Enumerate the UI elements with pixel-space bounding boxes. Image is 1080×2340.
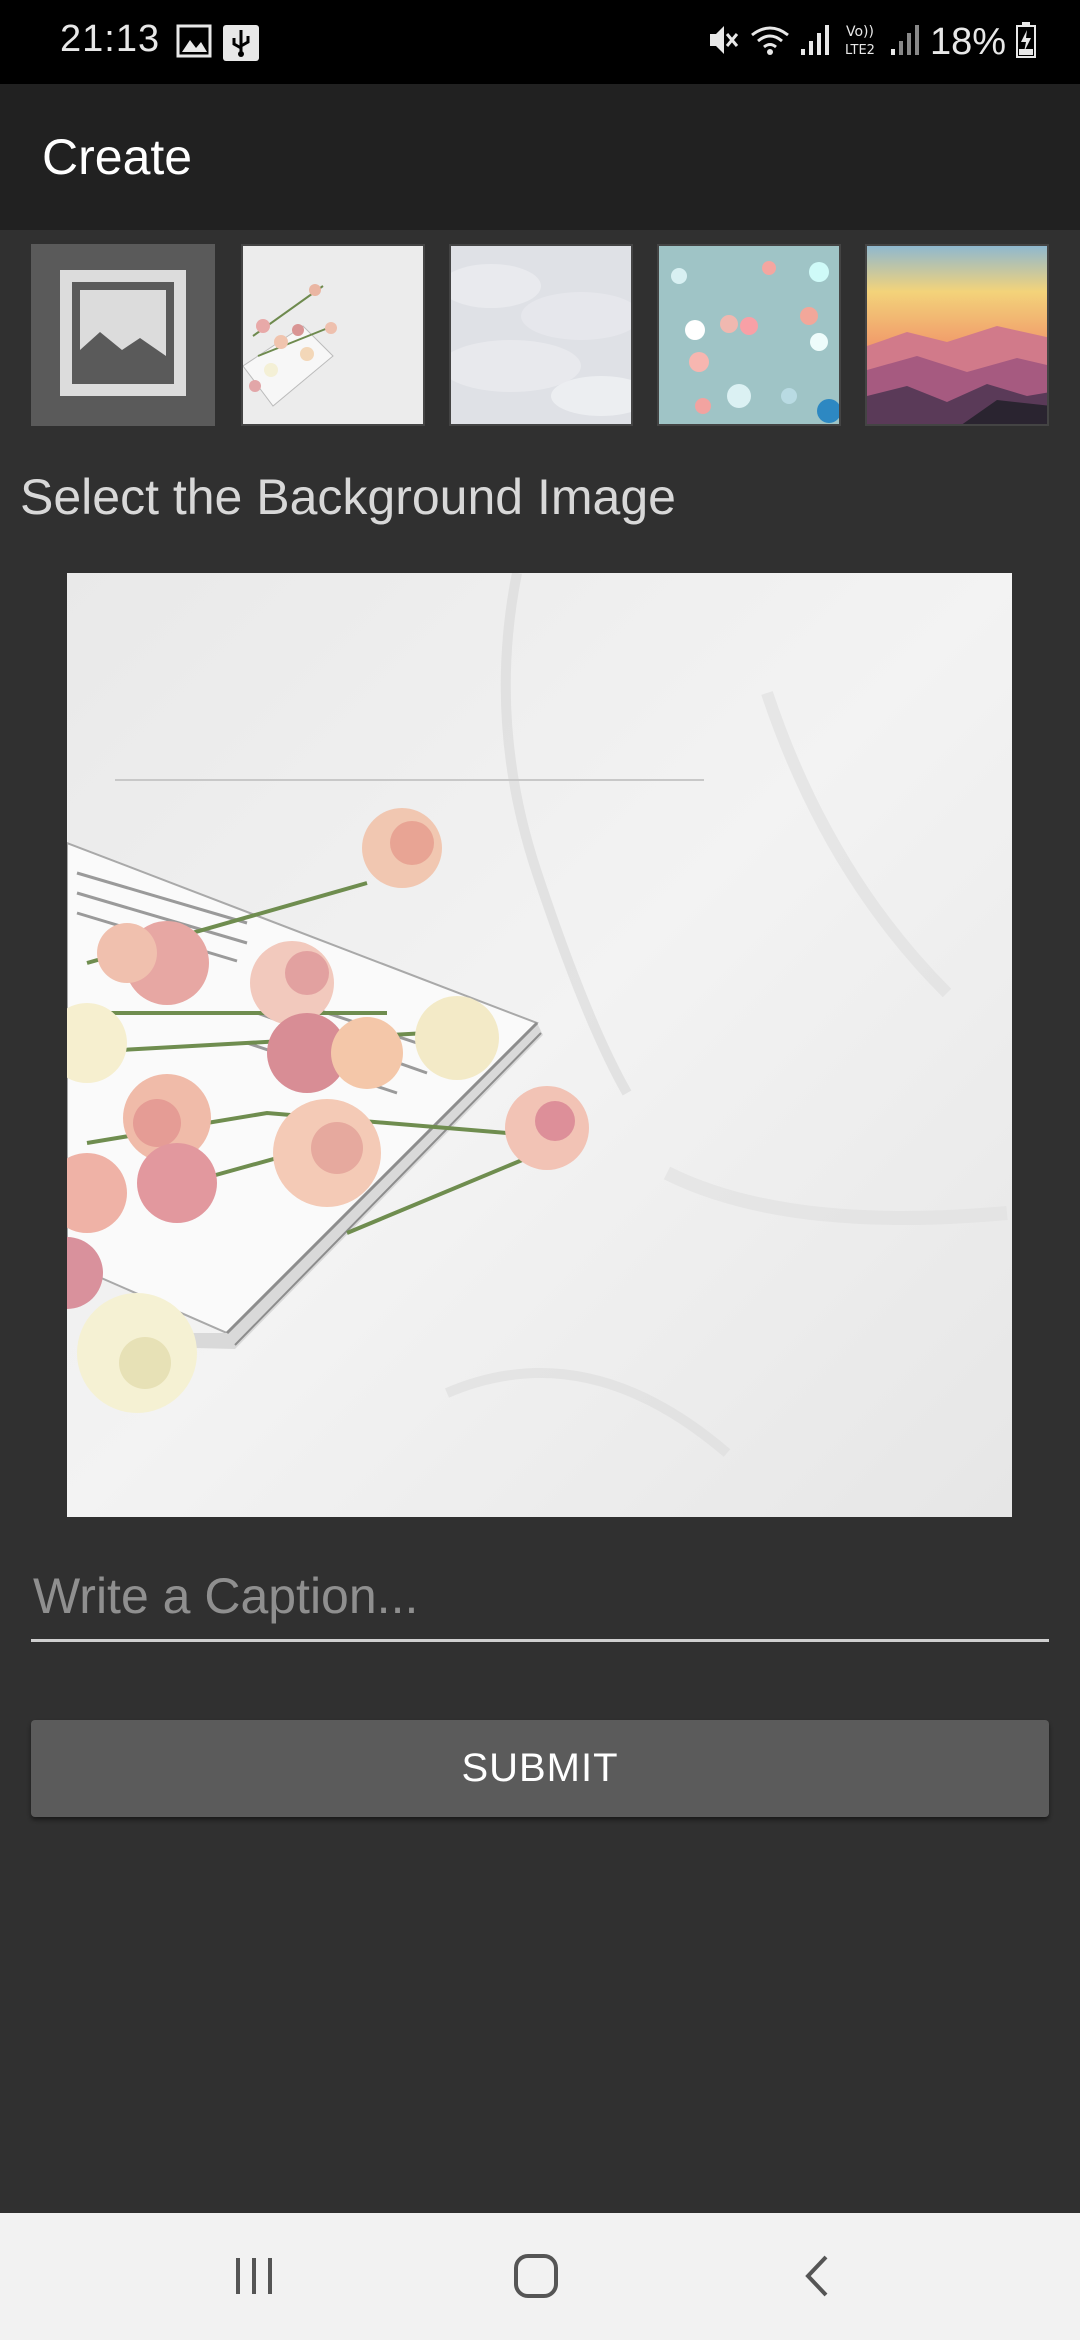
back-icon (802, 2253, 832, 2304)
page-title: Create (42, 129, 193, 185)
status-bar: 21:13 Vo)) LTE2 18% (0, 0, 1080, 84)
wifi-icon (750, 23, 790, 62)
thumbnail-bokeh[interactable] (657, 244, 841, 426)
svg-text:LTE2: LTE2 (845, 43, 875, 58)
thumbnail-flowers[interactable] (241, 244, 425, 426)
signal-icon (800, 23, 830, 62)
usb-icon (222, 24, 260, 67)
system-nav-bar (0, 2213, 1080, 2340)
background-preview (67, 573, 1012, 1517)
submit-button[interactable]: SUBMIT (31, 1720, 1049, 1817)
back-button[interactable] (777, 2243, 857, 2313)
select-background-label: Select the Background Image (20, 469, 676, 525)
thumbnail-placeholder[interactable] (31, 244, 215, 426)
image-placeholder-icon (56, 266, 190, 405)
background-thumbnails (0, 230, 1080, 430)
signal-2-icon (890, 23, 920, 62)
home-icon (513, 2253, 559, 2304)
thumbnail-snow[interactable] (449, 244, 633, 426)
thumbnail-mountain-sunset[interactable] (865, 244, 1049, 426)
volte-lte2-icon: Vo)) LTE2 (840, 20, 880, 65)
app-bar: Create (0, 84, 1080, 230)
status-time: 21:13 (60, 18, 161, 60)
mute-icon (706, 22, 740, 63)
image-notification-icon (176, 24, 212, 63)
battery-percent: 18% (929, 20, 1006, 63)
battery-charging-icon (1016, 21, 1036, 63)
recent-apps-button[interactable] (214, 2243, 294, 2313)
status-icons: Vo)) LTE2 18% (706, 18, 1036, 66)
recent-apps-icon (232, 2256, 276, 2301)
home-button[interactable] (496, 2243, 576, 2313)
caption-input[interactable] (31, 1562, 1049, 1642)
svg-text:Vo)): Vo)) (846, 24, 874, 40)
